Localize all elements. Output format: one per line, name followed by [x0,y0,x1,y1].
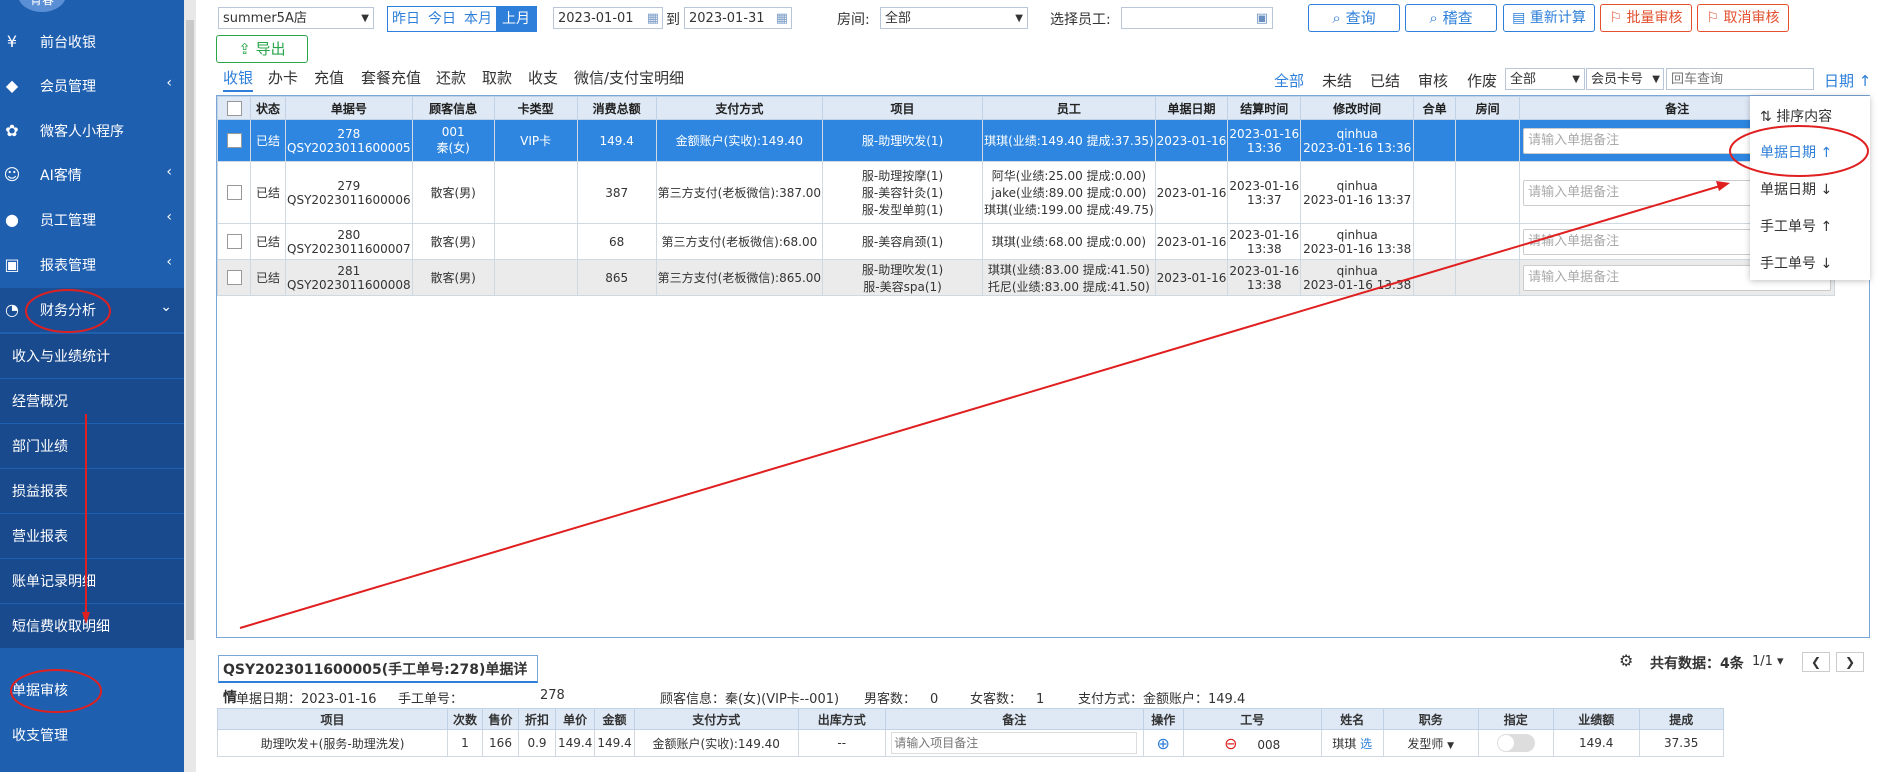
detail-row: 助理吹发+(服务-助理洗发) 1 166 0.9 149.4 149.4 金额账… [217,729,1724,757]
detail-table: 项目 次数 售价 折扣 单价 金额 支付方式 出库方式 备注 操作 工号 姓名 职务 指定 业绩额 提成 助理… [217,708,1724,757]
worker-name: 琪琪 [1332,736,1357,751]
annotation-circle [25,289,111,333]
detail-customer: 顾客信息：秦(女)(VIP卡--001) [660,692,840,707]
detail-manual-no: 手工单号： [398,692,464,707]
chevron-right-icon: ❯ [1844,655,1856,669]
worker-no[interactable]: 008 [1257,738,1280,752]
detail-manual-no-value: 278 [540,688,565,703]
annotation-line [239,185,1721,629]
pick-worker-link[interactable]: 选 [1360,737,1372,751]
detail-tab[interactable]: QSY2023011600005(手工单号:278)单据详情 [218,655,538,706]
gear-icon[interactable]: ⚙ [1619,651,1633,670]
detail-date: 单据日期：2023-01-16 [236,692,377,707]
performance-value[interactable]: 149.4 [1552,729,1640,757]
detail-header-row: 项目 次数 售价 折扣 单价 金额 支付方式 出库方式 备注 操作 工号 姓名 职务 指定 业绩额 提成 [217,708,1724,730]
detail-payment: 支付方式：金额账户：149.4 [1078,692,1246,707]
prev-page-button[interactable]: ❮ [1802,652,1830,672]
annotation-circle [1729,125,1869,177]
commission-value[interactable]: 37.35 [1638,729,1724,757]
add-icon[interactable]: ⊕ [1157,734,1170,753]
designated-toggle[interactable] [1496,734,1535,752]
annotation-circle [10,669,102,713]
role-select[interactable]: 发型师 ▼ [1382,729,1479,757]
arrowhead-icon [1716,181,1730,191]
dropdown-arrow-icon: ▼ [1447,740,1455,751]
total-count: 共有数据：4条 [1650,656,1744,672]
detail-female-count: 女客数： 1 [970,692,1045,707]
page-select[interactable]: 1/1 ▾ [1752,654,1784,669]
arrowhead-icon [82,612,90,624]
item-note-input[interactable] [891,732,1138,754]
detail-male-count: 男客数： 0 [864,692,939,707]
chevron-left-icon: ❮ [1810,655,1822,669]
remove-icon[interactable]: ⊖ [1224,734,1237,753]
next-page-button[interactable]: ❯ [1836,652,1864,672]
